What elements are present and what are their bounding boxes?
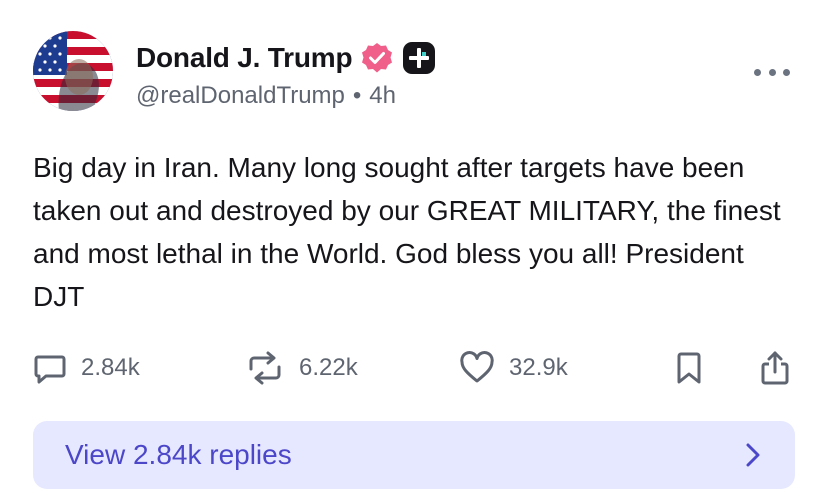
bookmark-button[interactable] — [674, 346, 704, 390]
separator-dot: • — [352, 82, 362, 109]
post-card: Donald J. Trump @realDonaldTrump • 4h Bi… — [0, 0, 828, 500]
action-bar: 2.84k 6.22k 32.9k — [33, 346, 795, 390]
more-dot — [754, 68, 761, 76]
share-button[interactable] — [759, 346, 791, 390]
like-button[interactable]: 32.9k — [459, 346, 568, 390]
more-dot — [783, 68, 790, 76]
share-icon — [761, 351, 789, 385]
like-count: 32.9k — [509, 354, 568, 381]
post-text: Big day in Iran. Many long sought after … — [33, 152, 781, 312]
retruth-icon — [249, 351, 281, 385]
heart-icon — [460, 351, 494, 383]
verified-badge-icon — [362, 43, 393, 73]
reply-button[interactable]: 2.84k — [33, 346, 140, 390]
flag-portrait-avatar — [33, 31, 113, 111]
avatar[interactable] — [33, 31, 113, 111]
truth-plus-icon — [403, 42, 436, 74]
post-time[interactable]: 4h — [369, 82, 396, 110]
view-replies-button[interactable]: View 2.84k replies — [33, 421, 795, 489]
author-name[interactable]: Donald J. Trump — [136, 42, 353, 74]
handle-row: @realDonaldTrump • 4h — [136, 82, 396, 110]
more-dot — [768, 68, 776, 76]
more-options-icon[interactable] — [754, 62, 790, 82]
bookmark-icon — [677, 352, 701, 384]
retruth-button[interactable]: 6.22k — [245, 346, 358, 390]
author-handle[interactable]: @realDonaldTrump — [136, 82, 345, 110]
author-row: Donald J. Trump — [136, 40, 436, 76]
comment-icon — [34, 355, 66, 384]
view-replies-label: View 2.84k replies — [65, 439, 292, 470]
reply-count: 2.84k — [81, 354, 140, 381]
retruth-count: 6.22k — [299, 354, 358, 381]
chevron-right-icon — [746, 443, 760, 467]
